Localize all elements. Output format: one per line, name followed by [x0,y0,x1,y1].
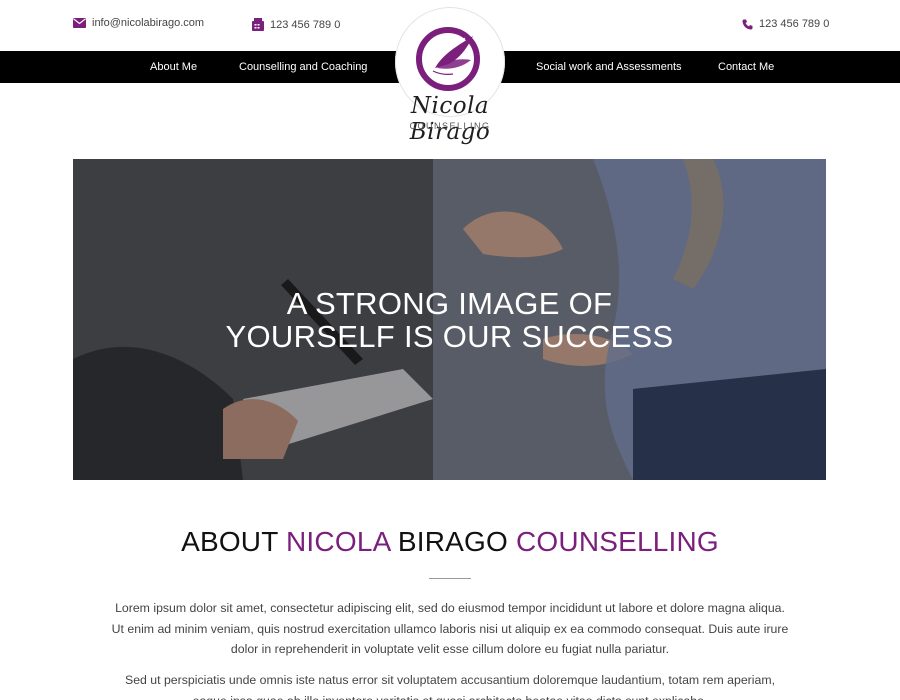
nav-item-contact-me[interactable]: Contact Me [718,51,774,83]
nav-item-counselling[interactable]: Counselling and Coaching [239,51,367,83]
about-heading-part-1: ABOUT [181,526,287,557]
hero-title-line-2: YOURSELF IS OUR SUCCESS [225,319,674,354]
phone-text[interactable]: 123 456 789 0 [759,18,829,30]
phone-icon [742,19,753,30]
hero-title-line-1: A STRONG IMAGE OF [286,286,613,321]
hero-title: A STRONG IMAGE OF YOURSELF IS OUR SUCCES… [73,287,826,353]
fax-text[interactable]: 123 456 789 0 [270,19,340,31]
page: info@nicolabirago.com 123 456 789 0 123 … [0,0,900,700]
logo-name: Nicola Birago [409,93,491,145]
about-heading: ABOUT NICOLA BIRAGO COUNSELLING [0,526,900,558]
hero-banner: A STRONG IMAGE OF YOURSELF IS OUR SUCCES… [73,159,826,480]
logo-subtitle: COUNSELLING [409,121,491,131]
about-heading-part-2: BIRAGO [389,526,516,557]
email-contact[interactable]: info@nicolabirago.com [73,17,204,29]
fax-contact[interactable]: 123 456 789 0 [252,18,340,31]
about-heading-accent-1: NICOLA [286,526,390,557]
email-text[interactable]: info@nicolabirago.com [92,17,204,29]
nav-item-social-work[interactable]: Social work and Assessments [536,51,682,83]
butterfly-logo-icon[interactable] [413,24,487,103]
fax-icon [252,18,264,31]
nav-item-about-me[interactable]: About Me [150,51,197,83]
about-paragraph-1: Lorem ipsum dolor sit amet, consectetur … [111,601,789,656]
section-divider [429,578,471,579]
about-heading-accent-2: COUNSELLING [516,526,719,557]
phone-contact[interactable]: 123 456 789 0 [742,18,829,30]
envelope-icon [73,18,86,28]
about-paragraph-2: Sed ut perspiciatis unde omnis iste natu… [125,673,775,700]
